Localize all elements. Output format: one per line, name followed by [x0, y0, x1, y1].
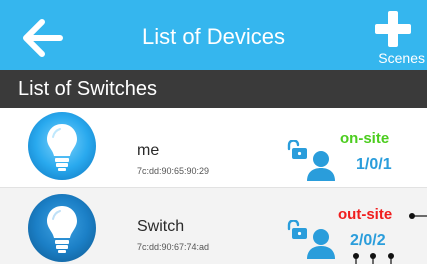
lightbulb-icon — [28, 112, 96, 180]
site-status: on-site — [340, 130, 390, 147]
device-name: me — [137, 142, 160, 159]
scenes-button[interactable]: Scenes — [359, 10, 427, 68]
device-counts: 1/0/1 — [356, 156, 392, 173]
user-icon — [307, 151, 335, 181]
device-mac-address: 7c:dd:90:65:90:29 — [137, 166, 210, 176]
section-header: List of Switches — [0, 70, 427, 108]
section-title: List of Switches — [18, 78, 157, 100]
user-icon — [307, 229, 335, 259]
device-mac-address: 7c:dd:90:67:74:ad — [137, 242, 210, 252]
device-row[interactable]: Switch 7c:dd:90:67:74:ad out-site 2/0/2 — [0, 188, 427, 264]
device-list-screen: List of Devices Scenes List of Switches — [0, 0, 427, 264]
device-row[interactable]: me 7c:dd:90:65:90:29 on-site 1/0/1 — [0, 108, 427, 188]
plus-icon — [375, 11, 411, 47]
site-status: out-site — [338, 206, 393, 223]
device-name: Switch — [137, 218, 185, 235]
lightbulb-icon — [28, 194, 96, 262]
unlock-icon — [287, 140, 307, 159]
unlock-icon — [287, 220, 307, 239]
device-counts: 2/0/2 — [350, 232, 386, 249]
scenes-label: Scenes — [378, 50, 425, 66]
top-navigation-bar: List of Devices Scenes — [0, 0, 427, 70]
